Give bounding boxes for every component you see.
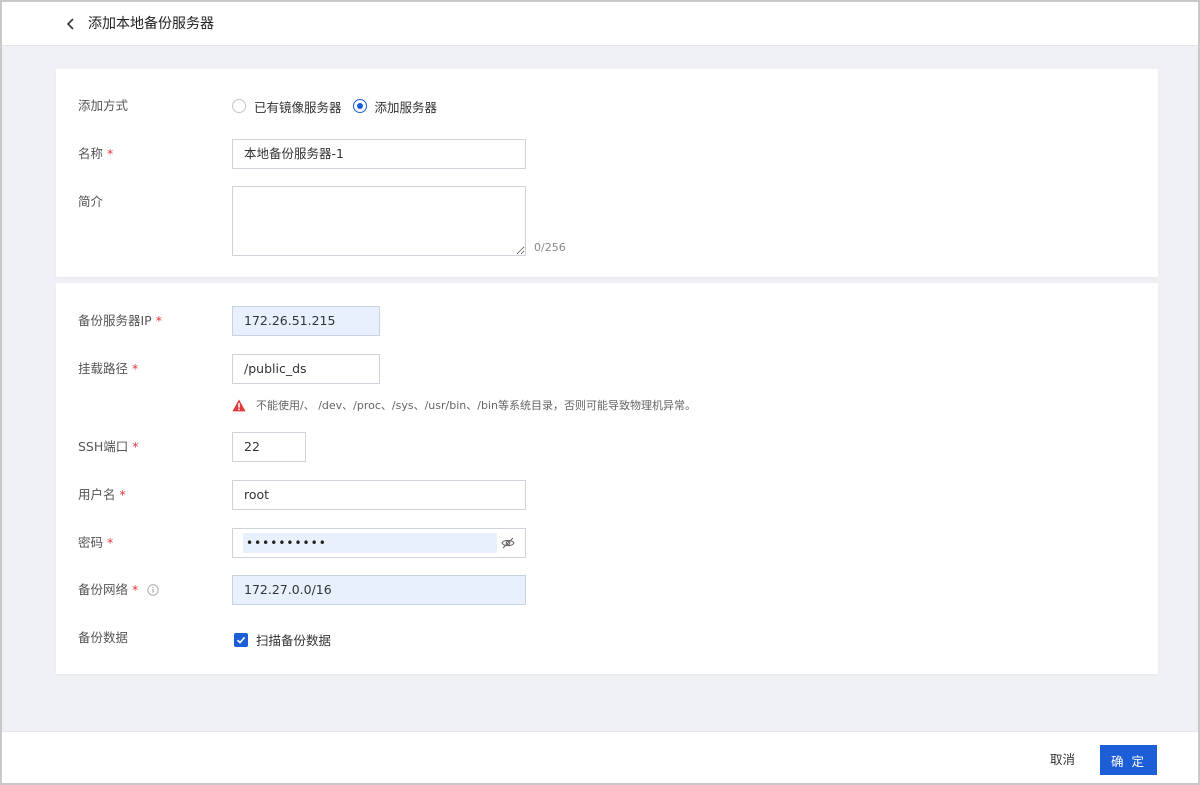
password-field[interactable]: •••••••••• — [232, 528, 526, 558]
required-mark: * — [132, 582, 139, 597]
check-icon — [236, 636, 246, 644]
info-icon[interactable] — [147, 584, 159, 596]
required-mark: * — [107, 146, 114, 161]
toggle-password-visibility[interactable] — [501, 536, 515, 554]
scan-backup-data-row: 扫描备份数据 — [234, 630, 331, 649]
add-method-radio-group: 已有镜像服务器 添加服务器 — [232, 97, 448, 115]
back-button[interactable] — [62, 14, 80, 34]
page-title: 添加本地备份服务器 — [88, 16, 214, 32]
backup-ip-input[interactable]: 172.26.51.215 — [232, 306, 380, 336]
description-textarea[interactable] — [232, 186, 526, 256]
basic-info-card: 添加方式 已有镜像服务器 添加服务器 名称 * 本地备份服务器-1 简介 0/25… — [56, 69, 1158, 277]
required-mark: * — [132, 439, 139, 454]
radio-existing-mirror-label[interactable]: 已有镜像服务器 — [254, 97, 342, 116]
scan-backup-data-label[interactable]: 扫描备份数据 — [256, 630, 331, 649]
chevron-left-icon — [66, 18, 74, 30]
required-mark: * — [132, 361, 139, 376]
required-mark: * — [107, 535, 114, 550]
backup-data-label: 备份数据 — [78, 630, 129, 645]
ssh-port-input[interactable]: 22 — [232, 432, 306, 462]
confirm-button[interactable]: 确 定 — [1100, 745, 1157, 775]
username-label: 用户名 * — [78, 487, 126, 502]
backup-network-input[interactable]: 172.27.0.0/16 — [232, 575, 526, 605]
mount-path-input[interactable]: /public_ds — [232, 354, 380, 384]
add-method-label: 添加方式 — [78, 98, 129, 113]
password-input[interactable]: •••••••••• — [243, 533, 497, 553]
cancel-button[interactable]: 取消 — [1050, 746, 1075, 774]
radio-existing-mirror[interactable] — [232, 99, 246, 113]
radio-add-server-label[interactable]: 添加服务器 — [375, 97, 438, 116]
scan-backup-data-checkbox[interactable] — [234, 632, 248, 647]
connection-card: 备份服务器IP * 172.26.51.215 挂载路径 * /public_ds … — [56, 283, 1158, 674]
mount-path-label: 挂载路径 * — [78, 361, 139, 376]
radio-add-server[interactable] — [352, 99, 367, 113]
warning-triangle-icon — [232, 399, 246, 411]
backup-network-label: 备份网络 * — [78, 581, 159, 599]
ssh-port-label: SSH端口 * — [78, 439, 139, 454]
page-footer: 取消 确 定 — [2, 731, 1198, 783]
required-mark: * — [155, 313, 162, 328]
mount-path-warning-text: 不能使用/、 /dev、/proc、/sys、/usr/bin、/bin等系统目… — [256, 399, 696, 412]
eye-off-icon — [501, 537, 515, 549]
description-label: 简介 — [78, 194, 104, 209]
app-frame: 添加本地备份服务器 添加方式 已有镜像服务器 添加服务器 名称 * 本地备份服务器… — [0, 0, 1200, 785]
page-header: 添加本地备份服务器 — [2, 2, 1198, 46]
password-label: 密码 * — [78, 535, 114, 550]
name-input[interactable]: 本地备份服务器-1 — [232, 139, 526, 169]
username-input[interactable]: root — [232, 480, 526, 510]
mount-path-warning: 不能使用/、 /dev、/proc、/sys、/usr/bin、/bin等系统目… — [232, 397, 696, 413]
backup-ip-label: 备份服务器IP * — [78, 313, 162, 328]
name-label: 名称 * — [78, 146, 114, 161]
description-counter: 0/256 — [534, 241, 566, 254]
required-mark: * — [119, 487, 126, 502]
